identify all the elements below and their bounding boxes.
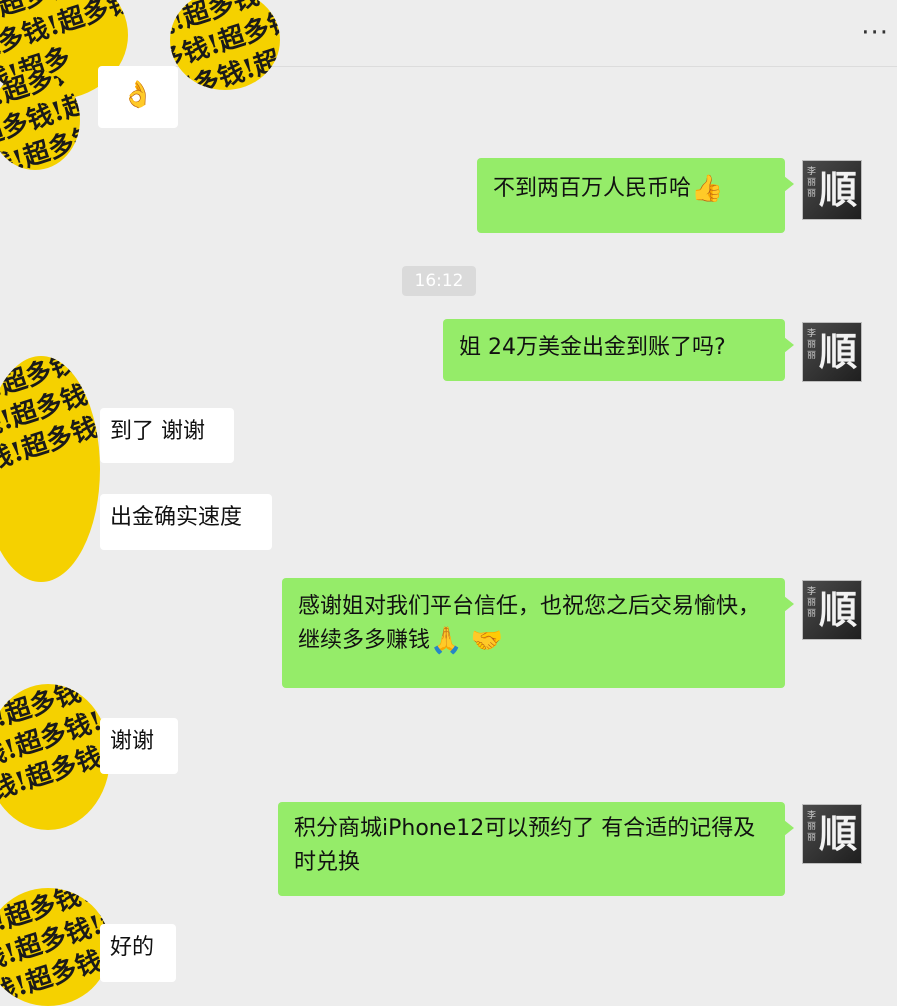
avatar-seal: 李丽丽 — [807, 329, 817, 361]
handshake-icon: 🙏 🤝 — [430, 626, 504, 656]
message-bubble-right[interactable]: 积分商城iPhone12可以预约了 有合适的记得及时兑换 — [278, 802, 794, 896]
contact-avatar-blob: 钱!超多钱!超多钱!超多钱!超多钱!超多钱!超多 — [0, 70, 80, 170]
message-bubble-left[interactable]: 好的 — [100, 924, 176, 982]
my-avatar[interactable]: 李丽丽 順 — [802, 580, 862, 640]
avatar-glyph: 順 — [818, 811, 857, 856]
avatar-glyph: 順 — [818, 167, 857, 212]
my-avatar[interactable]: 李丽丽 順 — [802, 160, 862, 220]
more-horizontal-icon[interactable]: ··· — [861, 18, 889, 48]
message-bubble-left[interactable]: 到了 谢谢 — [100, 408, 234, 463]
my-avatar[interactable]: 李丽丽 順 — [802, 322, 862, 382]
message-text: 谢谢 — [110, 729, 155, 754]
contact-avatar[interactable]: 钱!超多钱!超多钱!超多钱!超多钱!超多钱!超多 — [0, 356, 100, 582]
message-text: 感谢姐对我们平台信任，也祝您之后交易愉快，继续多多赚钱 — [298, 594, 761, 653]
message-text: 积分商城iPhone12可以预约了 有合适的记得及时兑换 — [294, 816, 756, 875]
message-bubble-left[interactable]: 👌 — [98, 66, 178, 128]
contact-avatar[interactable]: 钱!超多钱!超多钱!超多钱!超多钱!超多钱!超多 — [0, 684, 110, 830]
avatar-glyph: 順 — [818, 587, 857, 632]
message-bubble-right[interactable]: 感谢姐对我们平台信任，也祝您之后交易愉快，继续多多赚钱🙏 🤝 — [282, 578, 794, 688]
avatar-seal: 李丽丽 — [807, 811, 817, 843]
message-text: 到了 谢谢 — [110, 419, 205, 444]
my-avatar[interactable]: 李丽丽 順 — [802, 804, 862, 864]
message-bubble-left[interactable]: 出金确实速度 — [100, 494, 272, 550]
contact-avatar[interactable]: 钱!超多钱!超多钱!超多钱!超多钱!超多钱!超多 — [0, 888, 110, 1006]
message-text: 出金确实速度 — [110, 505, 243, 530]
timestamp: 16:12 — [402, 266, 476, 296]
thumbs-up-icon: 👍 — [691, 174, 724, 204]
ok-hand-icon: 👌 — [121, 80, 155, 110]
message-bubble-right[interactable]: 姐 24万美金出金到账了吗? — [443, 319, 794, 381]
message-bubble-left[interactable]: 谢谢 — [100, 718, 178, 774]
chat-header: ··· — [0, 0, 897, 67]
message-text: 姐 24万美金出金到账了吗? — [459, 335, 726, 360]
message-bubble-right[interactable]: 不到两百万人民币哈👍 — [477, 158, 794, 233]
avatar-glyph: 順 — [818, 329, 857, 374]
contact-avatar-blob: 钱!超多钱!超多钱!超多钱!超多钱!超多钱!超多 — [170, 0, 280, 90]
avatar-seal: 李丽丽 — [807, 587, 817, 619]
avatar-seal: 李丽丽 — [807, 167, 817, 199]
message-text: 不到两百万人民币哈 — [493, 176, 692, 201]
message-text: 好的 — [110, 935, 155, 960]
